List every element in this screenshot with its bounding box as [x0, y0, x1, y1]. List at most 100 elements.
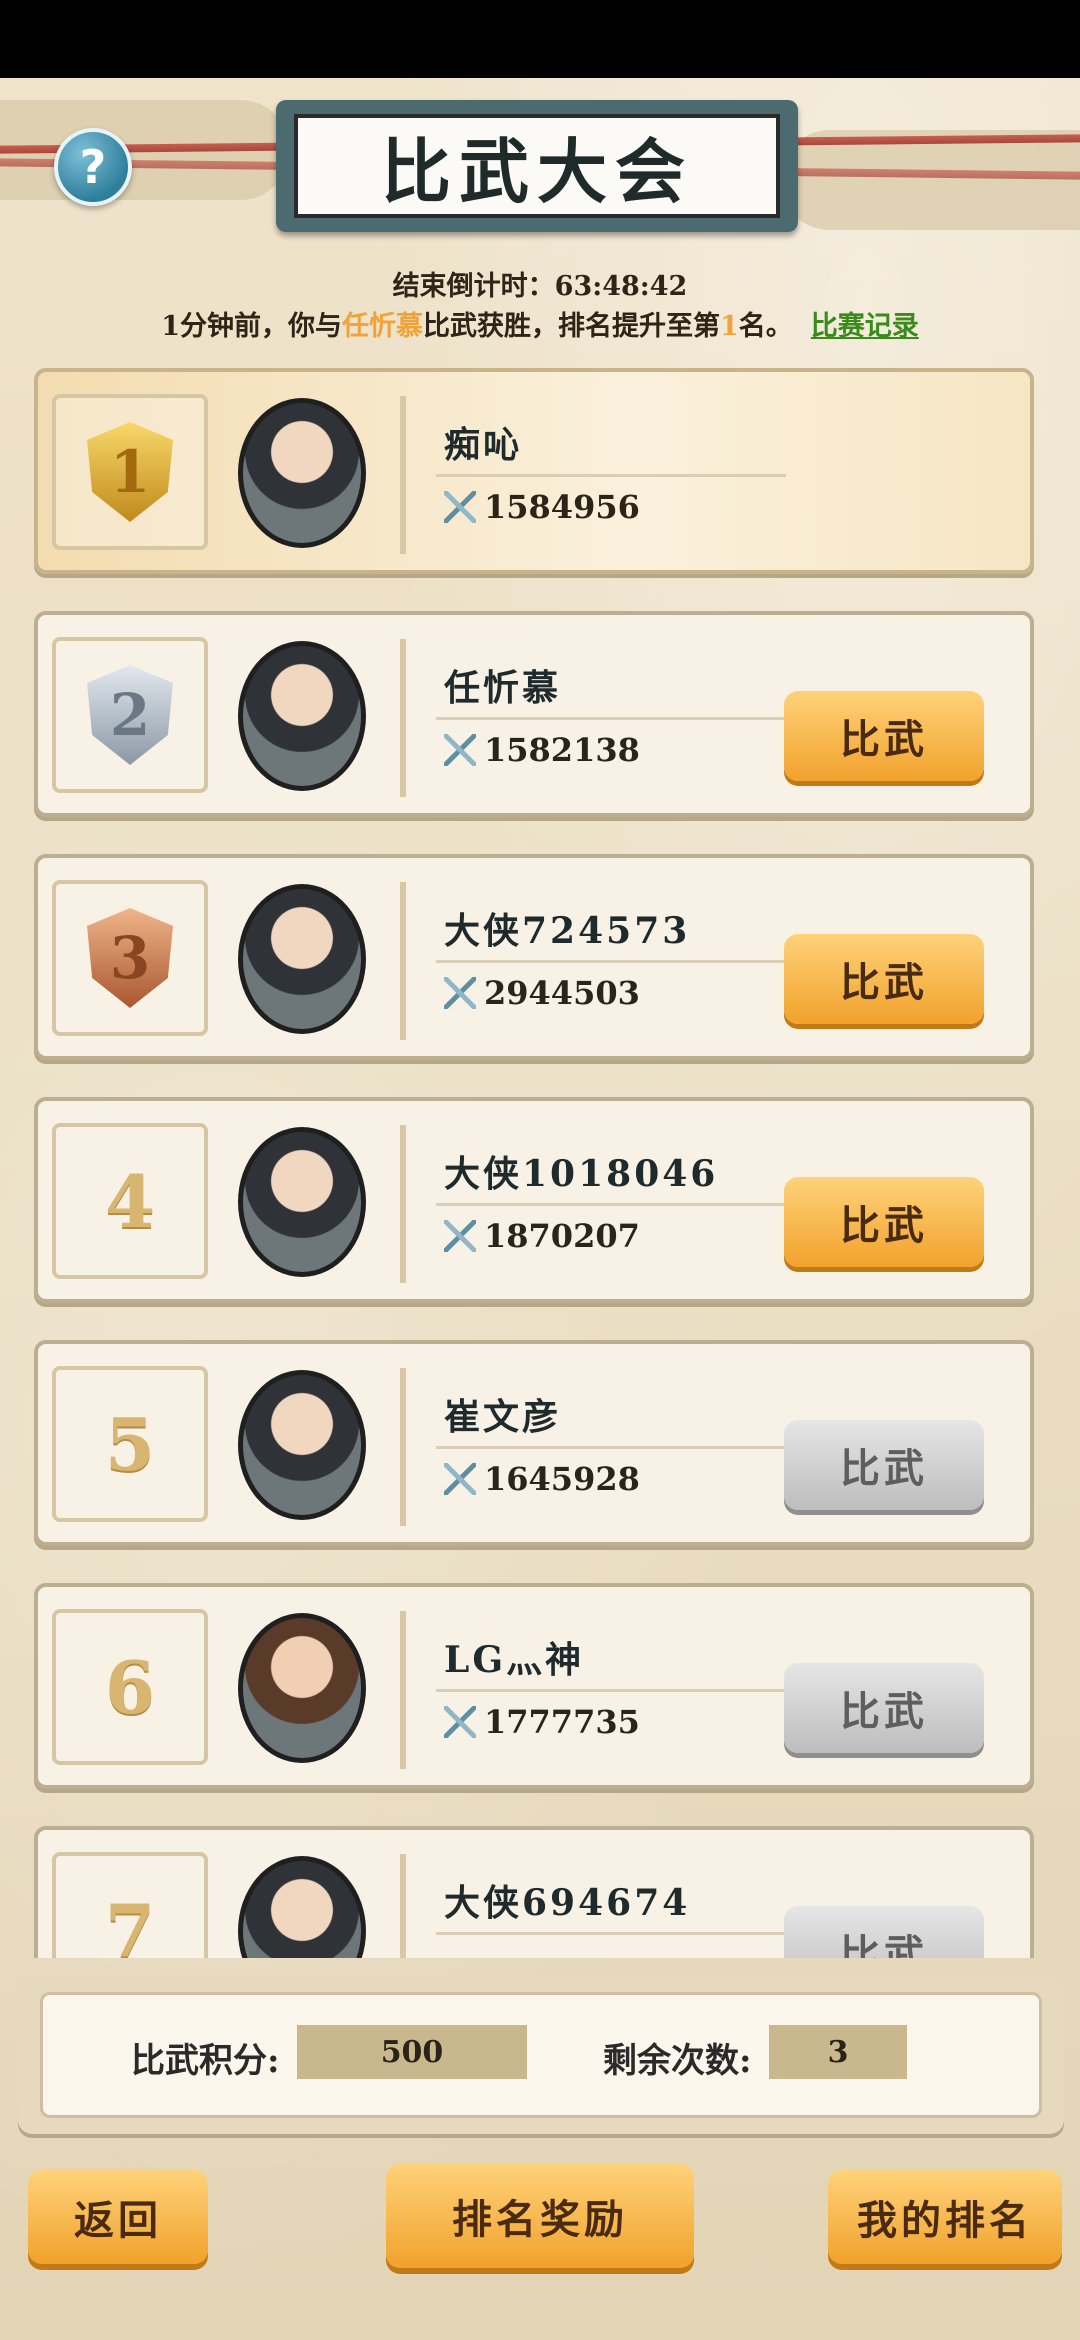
match-record-link[interactable]: 比赛记录	[811, 311, 919, 342]
power-stat: 1777735	[444, 1703, 640, 1741]
challenge-button[interactable]: 比武	[784, 934, 984, 1024]
player-info: 崔文彦 1645928 比武	[400, 1368, 1026, 1526]
power-value: 1870207	[484, 1217, 640, 1255]
ranking-rewards-button[interactable]: 排名奖励	[386, 2164, 694, 2268]
title-plaque: 比武大会	[276, 100, 798, 232]
ranking-row: 5 崔文彦 1645928 比武	[34, 1340, 1034, 1546]
power-stat: 2944503	[444, 974, 640, 1012]
challenge-button[interactable]: 比武	[784, 1177, 984, 1267]
divider	[436, 1689, 786, 1692]
rank-number: 6	[104, 1644, 156, 1730]
news-rank: 1	[720, 311, 739, 342]
ranking-list[interactable]: 1 痴吣 1584956 2 任忻慕 1582138 比武 3 大侠724573…	[34, 368, 1038, 1958]
crossed-swords-icon	[444, 734, 476, 766]
challenge-button[interactable]: 比武	[784, 1420, 984, 1510]
ranking-row: 7 大侠694674 比武	[34, 1826, 1034, 1958]
power-value: 1777735	[484, 1703, 640, 1741]
player-name: 大侠1018046	[444, 1153, 719, 1195]
crossed-swords-icon	[444, 491, 476, 523]
back-button[interactable]: 返回	[28, 2170, 208, 2264]
power-stat: 1645928	[444, 1460, 640, 1498]
player-info: 任忻慕 1582138 比武	[400, 639, 1026, 797]
countdown-timer: 结束倒计时：63:48:42	[0, 264, 1080, 303]
ranking-row: 4 大侠1018046 1870207 比武	[34, 1097, 1034, 1303]
power-value: 1584956	[484, 488, 640, 526]
ranking-row: 1 痴吣 1584956	[34, 368, 1034, 574]
avatar[interactable]	[238, 1613, 366, 1763]
crossed-swords-icon	[444, 1220, 476, 1252]
ranking-row: 2 任忻慕 1582138 比武	[34, 611, 1034, 817]
player-info: 大侠694674 比武	[400, 1854, 1026, 1958]
remaining-label: 剩余次数:	[603, 2041, 752, 2081]
crossed-swords-icon	[444, 1463, 476, 1495]
stats-panel: 比武积分: 500 剩余次数: 3	[18, 1976, 1064, 2134]
player-name: 任忻慕	[444, 667, 562, 709]
power-value: 1645928	[484, 1460, 640, 1498]
crossed-swords-icon	[444, 977, 476, 1009]
player-name: 痴吣	[444, 424, 523, 466]
battle-news: 1分钟前，你与任忻慕比武获胜，排名提升至第1名。 比赛记录	[0, 304, 1080, 343]
rank-number: 1	[109, 438, 151, 506]
rank-number: 5	[104, 1401, 156, 1487]
player-info: LG灬神 1777735 比武	[400, 1611, 1026, 1769]
points-label: 比武积分:	[131, 2041, 280, 2081]
power-value: 1582138	[484, 731, 640, 769]
rank-number: 4	[104, 1158, 156, 1244]
rank-slot: 1	[52, 394, 208, 550]
ranking-row: 3 大侠724573 2944503 比武	[34, 854, 1034, 1060]
avatar[interactable]	[238, 1856, 366, 1958]
points-value: 500	[297, 2025, 527, 2079]
avatar[interactable]	[238, 641, 366, 791]
player-name: LG灬神	[444, 1639, 585, 1681]
power-stat: 1870207	[444, 1217, 640, 1255]
challenge-button[interactable]: 比武	[784, 1663, 984, 1753]
rank-number: 2	[109, 681, 151, 749]
divider	[436, 1446, 786, 1449]
stats-panel-inner: 比武积分: 500 剩余次数: 3	[40, 1992, 1042, 2118]
rank-slot: 4	[52, 1123, 208, 1279]
rank-number: 7	[104, 1887, 156, 1959]
challenge-button[interactable]: 比武	[784, 691, 984, 781]
player-info: 大侠724573 2944503 比武	[400, 882, 1026, 1040]
countdown-value: 63:48:42	[554, 271, 688, 302]
power-stat: 1584956	[444, 488, 640, 526]
player-name: 大侠724573	[444, 910, 691, 952]
player-name: 大侠694674	[444, 1882, 691, 1924]
my-ranking-button[interactable]: 我的排名	[828, 2170, 1062, 2264]
rank-slot: 2	[52, 637, 208, 793]
player-name: 崔文彦	[444, 1396, 562, 1438]
avatar[interactable]	[238, 884, 366, 1034]
news-middle: 比武获胜，排名提升至第	[423, 311, 720, 342]
rank-slot: 7	[52, 1852, 208, 1958]
page-title: 比武大会	[294, 114, 780, 218]
bronze-medal-icon: 3	[87, 908, 173, 1008]
remaining-value: 3	[769, 2025, 907, 2079]
divider	[436, 717, 786, 720]
power-value: 2944503	[484, 974, 640, 1012]
ranking-row: 6 LG灬神 1777735 比武	[34, 1583, 1034, 1789]
avatar[interactable]	[238, 1127, 366, 1277]
divider	[436, 474, 786, 477]
divider	[436, 1932, 786, 1935]
player-info: 痴吣 1584956	[400, 396, 1026, 554]
countdown-label: 结束倒计时：	[392, 271, 555, 302]
news-opponent: 任忻慕	[342, 311, 423, 342]
avatar[interactable]	[238, 1370, 366, 1520]
rank-slot: 5	[52, 1366, 208, 1522]
news-suffix: 名。	[738, 311, 793, 342]
status-bar	[0, 0, 1080, 78]
challenge-button[interactable]: 比武	[784, 1906, 984, 1958]
news-prefix: 1分钟前，你与	[161, 311, 342, 342]
help-button[interactable]: ?	[54, 128, 132, 206]
question-mark-icon: ?	[79, 140, 107, 194]
crossed-swords-icon	[444, 1706, 476, 1738]
gold-medal-icon: 1	[87, 422, 173, 522]
power-stat: 1582138	[444, 731, 640, 769]
rank-slot: 3	[52, 880, 208, 1036]
divider	[436, 960, 786, 963]
silver-medal-icon: 2	[87, 665, 173, 765]
divider	[436, 1203, 786, 1206]
rank-slot: 6	[52, 1609, 208, 1765]
player-info: 大侠1018046 1870207 比武	[400, 1125, 1026, 1283]
avatar[interactable]	[238, 398, 366, 548]
